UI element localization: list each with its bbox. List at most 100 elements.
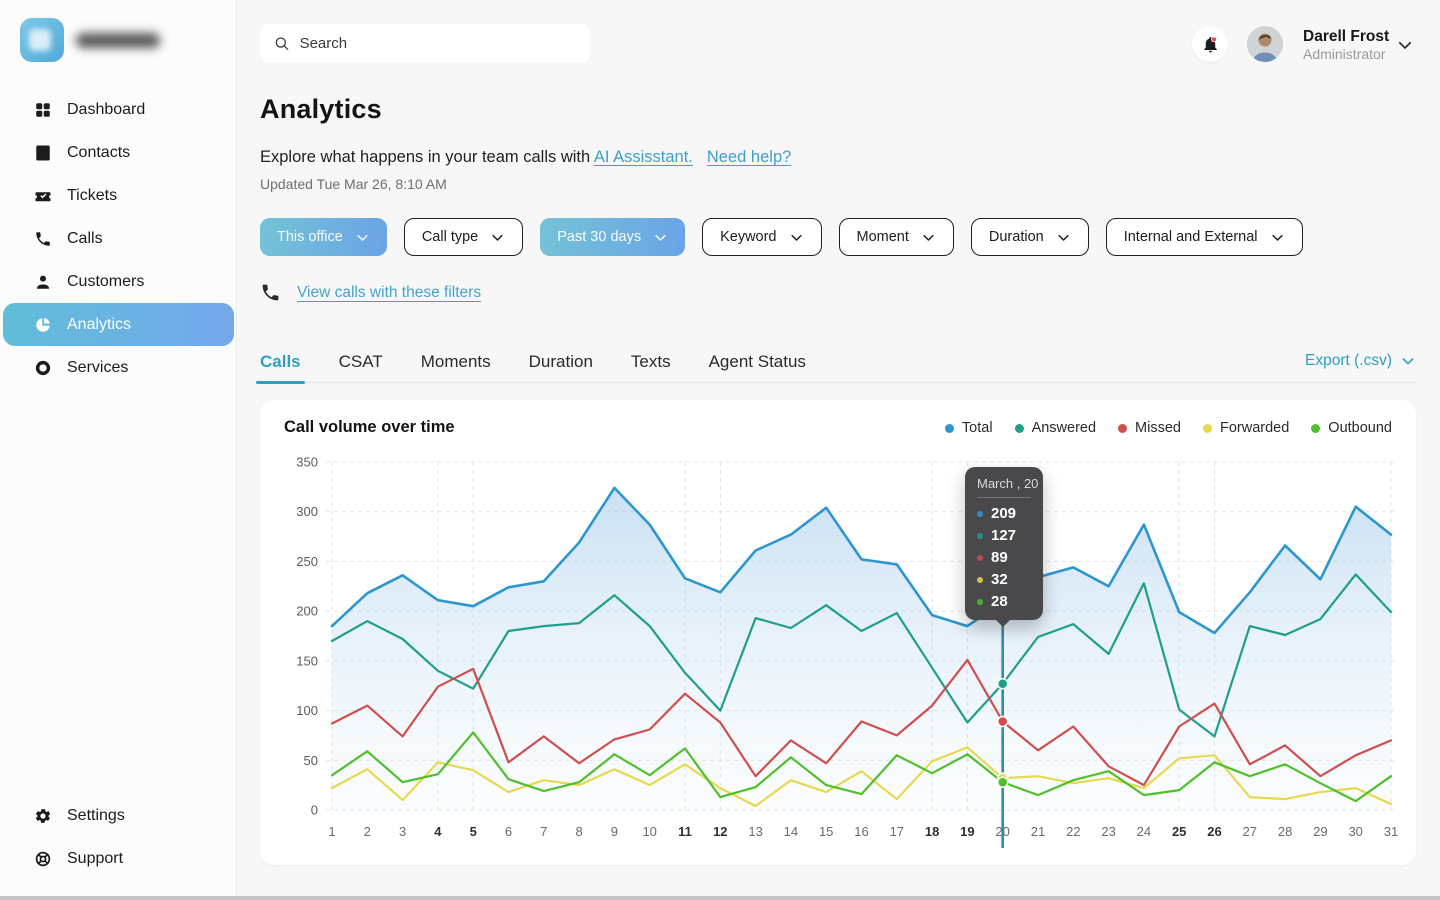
chip-label: This office [277, 229, 343, 245]
logo [20, 18, 160, 62]
tab-moments[interactable]: Moments [421, 352, 491, 382]
x-tick: 9 [611, 824, 618, 839]
export-csv-button[interactable]: Export (.csv) [1305, 352, 1416, 370]
sidebar-item-label: Analytics [67, 316, 131, 334]
tab-agent-status[interactable]: Agent Status [709, 352, 806, 382]
chevron-down-icon [789, 230, 804, 245]
x-tick: 25 [1172, 824, 1186, 839]
horizontal-scrollbar[interactable] [0, 896, 1440, 900]
legend-item-outbound[interactable]: Outbound [1311, 420, 1392, 436]
x-tick: 5 [470, 824, 477, 839]
legend-item-forwarded[interactable]: Forwarded [1203, 420, 1289, 436]
tab-texts[interactable]: Texts [631, 352, 671, 382]
legend-label: Answered [1032, 420, 1096, 436]
chevron-down-icon [653, 230, 668, 245]
x-tick: 27 [1243, 824, 1257, 839]
filter-chip-duration[interactable]: Duration [971, 218, 1089, 256]
sidebar-item-label: Support [67, 850, 123, 868]
legend-item-answered[interactable]: Answered [1015, 420, 1096, 436]
sidebar-item-settings[interactable]: Settings [3, 794, 234, 837]
chip-label: Call type [422, 229, 478, 245]
x-tick: 14 [784, 824, 798, 839]
chip-label: Internal and External [1124, 229, 1258, 245]
lifebuoy-icon [34, 850, 52, 868]
chevron-down-icon[interactable] [1396, 36, 1414, 54]
y-tick: 0 [311, 803, 318, 818]
sidebar-item-tickets[interactable]: Tickets [3, 174, 234, 217]
filter-chip-internal-and-external[interactable]: Internal and External [1106, 218, 1303, 256]
gear-icon [34, 807, 52, 825]
sidebar-item-analytics[interactable]: Analytics [3, 303, 234, 346]
search-input[interactable] [260, 24, 590, 63]
avatar[interactable] [1247, 26, 1283, 62]
tooltip-row-forwarded: 32 [977, 571, 1031, 588]
x-tick: 21 [1031, 824, 1045, 839]
avatar-image [1247, 26, 1283, 62]
call-volume-chart[interactable]: 0501001502002503003501234567891011121314… [260, 400, 1416, 865]
chevron-down-icon [1270, 230, 1285, 245]
sidebar-item-support[interactable]: Support [3, 837, 234, 880]
user-menu[interactable]: Darell Frost Administrator [1303, 27, 1389, 64]
search-field[interactable] [300, 35, 576, 52]
tooltip-value: 89 [991, 549, 1008, 566]
legend-item-total[interactable]: Total [945, 420, 993, 436]
sidebar-item-label: Services [67, 359, 128, 377]
tooltip-value: 32 [991, 571, 1008, 588]
tooltip-value: 209 [991, 505, 1016, 522]
tabs: Calls CSAT Moments Duration Texts Agent Statu… [260, 352, 806, 382]
x-tick: 23 [1101, 824, 1115, 839]
pie-chart-icon [34, 316, 52, 334]
tab-calls[interactable]: Calls [260, 352, 301, 382]
filter-chip-keyword[interactable]: Keyword [702, 218, 821, 256]
x-tick: 29 [1313, 824, 1327, 839]
sidebar-item-label: Dashboard [67, 101, 145, 119]
total-area-fill [332, 488, 1391, 810]
x-tick: 12 [713, 824, 727, 839]
sidebar-item-services[interactable]: Services [3, 346, 234, 389]
x-tick: 31 [1384, 824, 1398, 839]
sidebar-item-customers[interactable]: Customers [3, 260, 234, 303]
y-tick: 250 [296, 554, 318, 569]
need-help-link[interactable]: Need help? [707, 148, 791, 166]
phone-icon [260, 282, 281, 303]
sidebar-nav: Dashboard ContactsTicketsCalls Customers An… [0, 88, 237, 389]
x-tick: 16 [854, 824, 868, 839]
tab-csat[interactable]: CSAT [339, 352, 383, 382]
x-tick: 15 [819, 824, 833, 839]
chip-label: Duration [989, 229, 1044, 245]
page-subtitle: Explore what happens in your team calls … [260, 148, 791, 167]
filter-bar: This office Call type Past 30 days Keyword M… [260, 218, 1303, 256]
legend-item-missed[interactable]: Missed [1118, 420, 1181, 436]
x-tick: 3 [399, 824, 406, 839]
ai-assistant-link[interactable]: AI Assisstant. [594, 148, 693, 166]
chevron-down-icon [1056, 230, 1071, 245]
filter-chip-this-office[interactable]: This office [260, 218, 387, 256]
sidebar-item-dashboard[interactable]: Dashboard [3, 88, 234, 131]
hover-dot-answered [998, 679, 1008, 689]
page-title: Analytics [260, 94, 382, 125]
filter-chip-moment[interactable]: Moment [839, 218, 954, 256]
filter-chip-call-type[interactable]: Call type [404, 218, 523, 256]
x-tick: 11 [678, 824, 692, 839]
hover-dot-outbound [998, 777, 1008, 787]
sidebar-item-label: Customers [67, 273, 144, 291]
y-tick: 200 [296, 604, 318, 619]
sidebar-item-contacts[interactable]: Contacts [3, 131, 234, 174]
sidebar-item-calls[interactable]: Calls [3, 217, 234, 260]
x-tick: 28 [1278, 824, 1292, 839]
subtitle-text: Explore what happens in your team calls … [260, 148, 594, 166]
hover-dot-missed [998, 717, 1008, 727]
notifications-button[interactable] [1192, 26, 1228, 62]
sidebar: Dashboard ContactsTicketsCalls Customers An… [0, 0, 237, 900]
filter-chip-past-30-days[interactable]: Past 30 days [540, 218, 685, 256]
y-tick: 100 [296, 703, 318, 718]
y-tick: 150 [296, 653, 318, 668]
view-calls-link[interactable]: View calls with these filters [297, 284, 481, 302]
tooltip-row-missed: 89 [977, 549, 1031, 566]
logo-wordmark-redacted [76, 33, 160, 48]
legend-dot [1118, 424, 1127, 433]
tooltip-row-outbound: 28 [977, 593, 1031, 610]
tooltip-value: 127 [991, 527, 1016, 544]
tab-duration[interactable]: Duration [529, 352, 593, 382]
chart-tooltip: March , 20209127893228 [965, 467, 1043, 620]
